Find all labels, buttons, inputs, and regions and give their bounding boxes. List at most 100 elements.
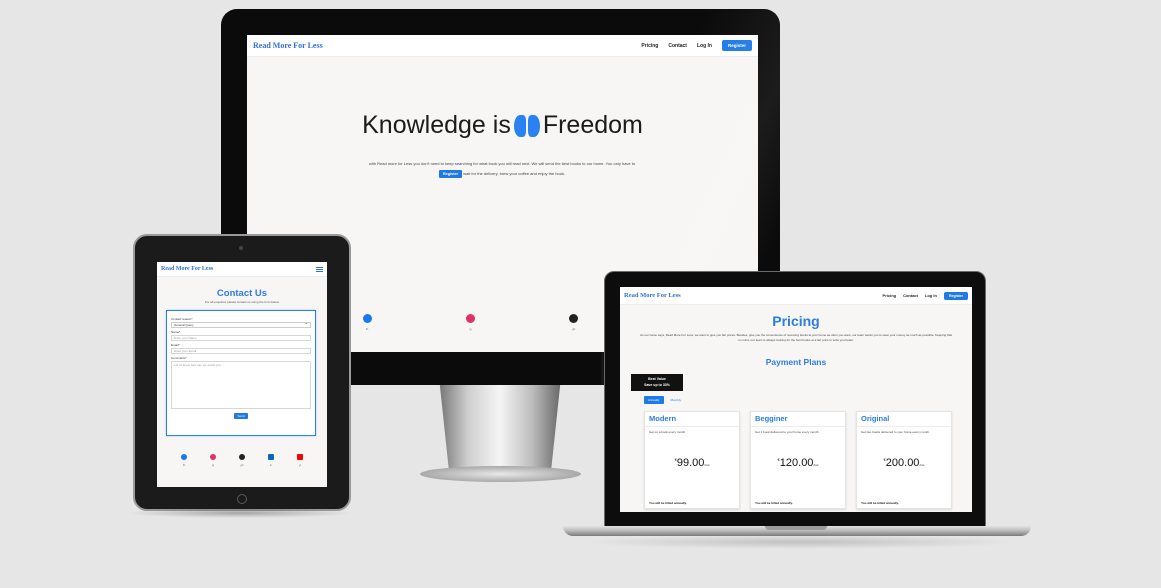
- plan-description: Get two books delivered to your home eve…: [861, 430, 930, 434]
- plan-period: /mo: [813, 463, 819, 467]
- hero-text-part1: with Read more for Less you don't need t…: [368, 161, 636, 166]
- desktop-nav-links: Pricing Contact Log In Register: [641, 40, 752, 51]
- instagram-icon: [465, 314, 475, 323]
- hero-title: Knowledge is Freedom: [247, 111, 758, 140]
- plan-description: Get 1 book delivered to your home every …: [755, 430, 820, 434]
- facebook-icon: [362, 314, 372, 323]
- laptop-nav-pricing-link[interactable]: Pricing: [883, 293, 897, 298]
- nav-contact-link[interactable]: Contact: [668, 43, 687, 49]
- plan-amount: 99.00: [676, 457, 705, 469]
- contact-form: Contact reason* General Query Name* Ente…: [166, 310, 316, 436]
- facebook-label: fb: [365, 327, 369, 331]
- email-label: Email*: [171, 343, 180, 347]
- plan-title: Original: [857, 412, 951, 427]
- instagram-icon: [210, 454, 216, 460]
- tablet-camera: [239, 246, 243, 250]
- plan-period: /mo: [919, 463, 925, 467]
- hero-title-start: Knowledge is: [362, 111, 511, 139]
- hero-text: with Read more for Less you don't need t…: [367, 159, 637, 179]
- laptop-navbar: Read More For Less Pricing Contact Log I…: [620, 287, 972, 305]
- plan-billing-note: You will be billed annually.: [755, 501, 793, 505]
- laptop-brand-logo[interactable]: Read More For Less: [624, 292, 681, 299]
- send-button[interactable]: Send: [234, 413, 248, 419]
- laptop-nav-login-link[interactable]: Log In: [925, 293, 937, 298]
- facebook-link[interactable]: fb: [357, 314, 377, 331]
- laptop-lid: Read More For Less Pricing Contact Log I…: [604, 271, 986, 527]
- plan-billing-note: You will be billed annually.: [649, 501, 687, 505]
- tablet-github-link[interactable]: gh: [237, 454, 247, 467]
- tablet-device: Read More For Less Contact Us For all en…: [133, 234, 351, 511]
- plan-amount: 120.00: [779, 457, 814, 469]
- tablet-linkedin-link[interactable]: in: [266, 454, 276, 467]
- nav-pricing-link[interactable]: Pricing: [641, 43, 658, 49]
- laptop-nav-contact-link[interactable]: Contact: [903, 293, 918, 298]
- tablet-facebook-link[interactable]: fb: [179, 454, 189, 467]
- plan-billing-note: You will be billed annually.: [861, 501, 899, 505]
- brain-icon: [513, 114, 540, 137]
- tablet-youtube-label: yt: [298, 463, 302, 467]
- name-field[interactable]: Enter your Name: [171, 335, 311, 341]
- comments-label: Comments*: [171, 356, 187, 360]
- plan-price: €99.00/mo: [645, 457, 739, 469]
- facebook-icon: [181, 454, 187, 460]
- youtube-icon: [297, 454, 303, 460]
- tablet-navbar: Read More For Less: [157, 262, 327, 277]
- nav-login-link[interactable]: Log In: [697, 43, 712, 49]
- laptop-screen: Read More For Less Pricing Contact Log I…: [620, 287, 972, 512]
- monthly-toggle-button[interactable]: Monthly: [667, 396, 686, 404]
- best-value-line2: Save up to 33%: [644, 383, 670, 387]
- monitor-stand-base: [420, 466, 581, 482]
- hero-register-button[interactable]: Register: [438, 170, 463, 178]
- github-icon: [569, 314, 579, 323]
- comments-field[interactable]: Let us know how can we assist you: [171, 361, 311, 409]
- desktop-navbar: Read More For Less Pricing Contact Log I…: [247, 35, 758, 57]
- tablet-brand-logo[interactable]: Read More For Less: [161, 266, 213, 272]
- tablet-youtube-link[interactable]: yt: [295, 454, 305, 467]
- email-field[interactable]: Enter your Email: [171, 348, 311, 354]
- github-link[interactable]: gh: [564, 314, 584, 331]
- billing-toggle: Annually Monthly: [644, 396, 685, 404]
- laptop-shadow: [580, 535, 1020, 549]
- instagram-label: ig: [469, 327, 472, 331]
- nav-register-button[interactable]: Register: [721, 40, 752, 51]
- tablet-github-label: gh: [240, 463, 244, 467]
- plan-period: /mo: [704, 463, 710, 467]
- plan-price: €120.00/mo: [751, 457, 845, 469]
- tablet-linkedin-label: in: [269, 463, 273, 467]
- hero-text-part2: wait for the delivery, brew your coffee …: [463, 171, 566, 176]
- laptop-nav-register-button[interactable]: Register: [943, 291, 968, 300]
- brand-logo[interactable]: Read More For Less: [253, 41, 323, 50]
- plan-title: Begginer: [751, 412, 845, 427]
- pricing-title: Pricing: [772, 313, 820, 329]
- tablet-social-row: fb ig gh in yt: [179, 454, 305, 467]
- tablet-shadow: [125, 508, 355, 518]
- tablet-screen: Read More For Less Contact Us For all en…: [157, 262, 327, 487]
- plan-card-original[interactable]: Original Get two books delivered to your…: [856, 411, 952, 509]
- tablet-instagram-link[interactable]: ig: [208, 454, 218, 467]
- plan-price: €200.00/mo: [857, 457, 951, 469]
- laptop-notch: [765, 526, 827, 530]
- contact-subtitle: For all enquiries please contact us usin…: [204, 300, 280, 304]
- hamburger-menu-icon[interactable]: [316, 266, 323, 272]
- github-icon: [239, 454, 245, 460]
- payment-plans-title: Payment Plans: [765, 357, 827, 367]
- best-value-badge: Best Value Save up to 33%: [631, 374, 683, 391]
- plan-card-modern[interactable]: Modern Get on a book every month. €99.00…: [644, 411, 740, 509]
- laptop-nav-links: Pricing Contact Log In Register: [883, 291, 968, 300]
- reason-select[interactable]: General Query: [171, 321, 311, 328]
- hero-title-end: Freedom: [542, 111, 643, 139]
- plan-description: Get on a book every month.: [649, 430, 687, 434]
- linkedin-icon: [268, 454, 274, 460]
- pricing-cards: Modern Get on a book every month. €99.00…: [644, 411, 952, 509]
- plan-card-begginer[interactable]: Begginer Get 1 book delivered to your ho…: [750, 411, 846, 509]
- github-label: gh: [571, 327, 576, 331]
- plan-title: Modern: [645, 412, 739, 427]
- instagram-link[interactable]: ig: [460, 314, 480, 331]
- pricing-text: As our name says, Read More For Less, we…: [640, 333, 952, 342]
- contact-title: Contact Us: [216, 288, 268, 299]
- annually-toggle-button[interactable]: Annually: [644, 396, 664, 404]
- tablet-instagram-label: ig: [211, 463, 215, 467]
- name-label: Name*: [171, 330, 181, 334]
- reason-label: Contact reason*: [171, 317, 193, 321]
- plan-amount: 200.00: [885, 457, 920, 469]
